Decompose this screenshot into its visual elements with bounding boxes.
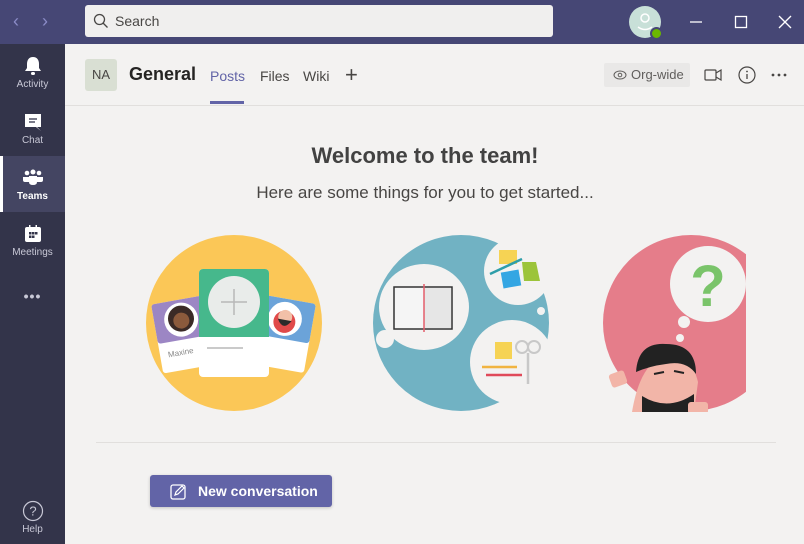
info-icon bbox=[738, 66, 756, 84]
help-icon: ? bbox=[22, 500, 43, 522]
back-button[interactable]: ‹ bbox=[6, 10, 26, 32]
rail-item-activity[interactable]: Activity bbox=[0, 44, 65, 100]
svg-text:?: ? bbox=[29, 504, 36, 519]
close-button[interactable] bbox=[773, 10, 797, 34]
team-avatar[interactable]: NA bbox=[85, 59, 117, 91]
bell-icon bbox=[24, 57, 41, 75]
search-input[interactable]: Search bbox=[85, 5, 553, 37]
welcome-title: Welcome to the team! bbox=[311, 143, 539, 168]
maximize-button[interactable] bbox=[729, 10, 753, 34]
welcome-subtitle: Here are some things for you to get star… bbox=[256, 183, 594, 202]
chat-icon bbox=[24, 114, 41, 131]
rail-label: Teams bbox=[17, 191, 48, 202]
search-icon bbox=[93, 13, 108, 28]
compose-icon bbox=[170, 484, 186, 500]
calendar-icon bbox=[24, 225, 41, 242]
add-members-illustration: Maxine ky bbox=[146, 235, 322, 411]
channel-name: General bbox=[129, 64, 197, 84]
rail-label: Activity bbox=[16, 79, 49, 90]
teams-icon bbox=[22, 169, 43, 185]
tab-wiki[interactable]: Wiki bbox=[303, 68, 329, 84]
question-mark-icon: ? bbox=[690, 254, 725, 319]
video-camera-icon bbox=[704, 68, 722, 82]
app-bar: Activity Chat Teams Meetings ••• ? Help bbox=[0, 44, 65, 544]
new-conversation-label: New conversation bbox=[198, 483, 318, 499]
tab-files[interactable]: Files bbox=[260, 68, 290, 84]
more-options-button[interactable] bbox=[768, 64, 790, 86]
add-card bbox=[199, 269, 269, 377]
eye-icon bbox=[613, 70, 627, 80]
rail-label: Meetings bbox=[12, 247, 53, 258]
new-conversation-button[interactable]: New conversation bbox=[150, 475, 332, 507]
search-placeholder: Search bbox=[115, 13, 160, 29]
org-wide-badge[interactable]: Org-wide bbox=[604, 63, 690, 87]
rail-item-help[interactable]: ? Help bbox=[0, 494, 65, 544]
materials-illustration bbox=[373, 235, 550, 411]
user-avatar[interactable] bbox=[629, 6, 663, 40]
rail-item-chat[interactable]: Chat bbox=[0, 100, 65, 156]
title-bar: ‹ › Search bbox=[0, 0, 804, 44]
channel-info-button[interactable] bbox=[736, 64, 758, 86]
org-wide-label: Org-wide bbox=[631, 67, 684, 82]
questions-illustration: ? bbox=[603, 235, 746, 412]
forward-button[interactable]: › bbox=[35, 10, 55, 32]
rail-label: Chat bbox=[21, 135, 44, 146]
more-apps-button[interactable]: ••• bbox=[0, 276, 65, 316]
rail-item-teams[interactable]: Teams bbox=[0, 156, 65, 212]
rail-label: Help bbox=[22, 524, 43, 535]
add-tab-button[interactable]: + bbox=[345, 62, 358, 88]
minimize-button[interactable] bbox=[684, 10, 708, 34]
rail-item-meetings[interactable]: Meetings bbox=[0, 212, 65, 268]
meet-now-button[interactable] bbox=[702, 64, 724, 86]
teams-app: ‹ › Search Activity Chat Teams Meetings … bbox=[0, 0, 804, 544]
tab-posts[interactable]: Posts bbox=[210, 68, 245, 84]
presence-available-icon bbox=[650, 27, 663, 40]
channel-header: NA General Posts Files Wiki + Org-wide bbox=[65, 44, 804, 106]
more-icon: ••• bbox=[23, 288, 42, 304]
divider bbox=[96, 442, 776, 443]
ellipsis-icon bbox=[771, 73, 787, 77]
active-tab-indicator bbox=[210, 101, 244, 104]
